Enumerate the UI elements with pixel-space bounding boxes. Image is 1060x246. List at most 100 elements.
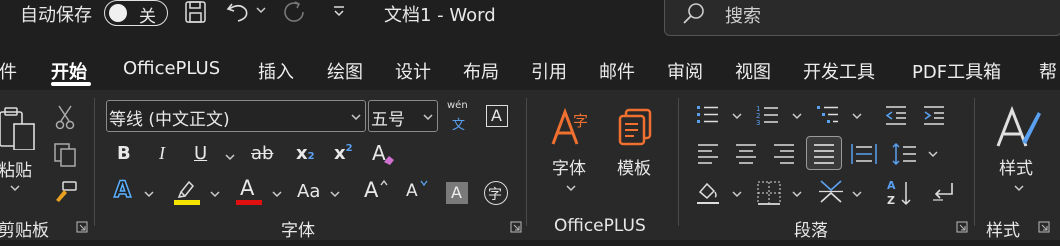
save-icon[interactable] bbox=[184, 0, 208, 24]
chinese-layout-icon[interactable] bbox=[818, 178, 846, 206]
increase-indent-icon[interactable] bbox=[922, 104, 948, 126]
tab-draw[interactable]: 绘图 bbox=[327, 58, 363, 84]
bullets-dropdown-icon[interactable] bbox=[732, 112, 742, 120]
align-left-icon[interactable] bbox=[696, 142, 720, 164]
font-name-value: 等线 (中文正文) bbox=[109, 110, 230, 130]
font-group-label: 字体 bbox=[281, 221, 315, 241]
tab-insert[interactable]: 插入 bbox=[258, 58, 294, 84]
officeplus-font-icon[interactable]: 字 bbox=[549, 108, 591, 148]
borders-dropdown-icon[interactable] bbox=[792, 190, 802, 198]
multilevel-dropdown-icon[interactable] bbox=[852, 112, 862, 120]
change-case-button[interactable]: Aa bbox=[297, 181, 320, 202]
grow-font-char: A bbox=[364, 178, 379, 202]
format-painter-icon[interactable] bbox=[52, 180, 78, 204]
font-size-select[interactable]: 五号 bbox=[368, 100, 438, 132]
paste-dropdown-icon[interactable] bbox=[10, 184, 20, 192]
styles-launcher-icon[interactable] bbox=[1038, 221, 1050, 233]
tab-mailings[interactable]: 邮件 bbox=[599, 58, 635, 84]
change-case-dropdown-icon[interactable] bbox=[330, 190, 340, 198]
tab-layout[interactable]: 布局 bbox=[463, 58, 499, 84]
officeplus-font-dropdown-icon[interactable] bbox=[566, 184, 576, 192]
document-area-edge bbox=[0, 240, 1060, 246]
shrink-font-button[interactable]: A bbox=[406, 178, 436, 204]
highlight-dropdown-icon[interactable] bbox=[210, 190, 220, 198]
copy-icon[interactable] bbox=[52, 142, 78, 168]
tab-developer[interactable]: 开发工具 bbox=[803, 58, 875, 84]
enclose-characters-button[interactable]: 字 bbox=[484, 181, 508, 205]
clear-formatting-button[interactable]: A bbox=[370, 140, 400, 168]
superscript-button[interactable]: x2 bbox=[334, 143, 353, 164]
strikethrough-button[interactable]: ab bbox=[251, 143, 273, 164]
character-border-button[interactable]: A bbox=[486, 105, 508, 127]
search-box[interactable]: 搜索 bbox=[664, 0, 1060, 36]
underline-dropdown-icon[interactable] bbox=[225, 153, 235, 161]
bullets-icon[interactable] bbox=[696, 104, 722, 126]
clipboard-launcher-icon[interactable] bbox=[76, 221, 88, 233]
line-spacing-icon[interactable] bbox=[892, 142, 918, 166]
caret-up-icon bbox=[380, 180, 388, 186]
autosave-toggle[interactable]: 关 bbox=[104, 0, 168, 27]
tab-references[interactable]: 引用 bbox=[531, 58, 567, 84]
tab-file[interactable]: 件 bbox=[0, 58, 17, 84]
customize-qat-icon[interactable] bbox=[332, 4, 346, 18]
tab-design[interactable]: 设计 bbox=[395, 58, 431, 84]
styles-button-label[interactable]: 样式 bbox=[999, 154, 1033, 179]
shading-dropdown-icon[interactable] bbox=[732, 190, 742, 198]
numbering-icon[interactable]: 123 bbox=[756, 104, 782, 126]
paragraph-launcher-icon[interactable] bbox=[956, 221, 968, 233]
bold-button[interactable]: B bbox=[117, 143, 131, 164]
paste-label[interactable]: 粘贴 bbox=[0, 156, 32, 181]
active-tab-indicator bbox=[51, 82, 91, 86]
font-color-button[interactable]: A bbox=[240, 176, 254, 200]
align-center-icon[interactable] bbox=[734, 142, 758, 164]
distributed-icon[interactable] bbox=[850, 142, 878, 166]
officeplus-template-label[interactable]: 模板 bbox=[617, 154, 651, 179]
undo-icon[interactable] bbox=[226, 0, 252, 24]
line-spacing-dropdown-icon[interactable] bbox=[928, 150, 938, 158]
tab-view[interactable]: 视图 bbox=[735, 58, 771, 84]
tab-review[interactable]: 审阅 bbox=[667, 58, 703, 84]
subscript-button[interactable]: x2 bbox=[296, 143, 315, 164]
undo-dropdown-icon[interactable] bbox=[256, 6, 266, 14]
tab-help[interactable]: 帮 bbox=[1039, 58, 1057, 84]
officeplus-template-icon[interactable] bbox=[616, 106, 658, 148]
separator bbox=[974, 98, 975, 226]
align-right-icon[interactable] bbox=[772, 142, 796, 164]
tab-officeplus[interactable]: OfficePLUS bbox=[123, 58, 220, 79]
justify-button[interactable] bbox=[806, 136, 842, 170]
tab-home[interactable]: 开始 bbox=[51, 58, 87, 84]
autosave-state: 关 bbox=[139, 7, 156, 27]
font-color-bar bbox=[236, 200, 262, 205]
character-shading-button[interactable]: A bbox=[446, 182, 468, 204]
text-effects-button[interactable]: A bbox=[113, 177, 132, 204]
shading-icon[interactable] bbox=[694, 180, 722, 206]
chinese-layout-dropdown-icon[interactable] bbox=[852, 190, 862, 198]
tab-pdf-toolbox[interactable]: PDF工具箱 bbox=[912, 58, 1001, 84]
sort-icon[interactable]: A Z bbox=[886, 178, 914, 208]
font-color-dropdown-icon[interactable] bbox=[272, 190, 282, 198]
borders-icon[interactable] bbox=[756, 180, 782, 206]
decrease-indent-icon[interactable] bbox=[884, 104, 910, 126]
ribbon-panel: 粘贴 剪贴板 等线 (中文正文) 五号 wén 文 A B I U ab x2 … bbox=[0, 90, 1060, 241]
officeplus-font-label[interactable]: 字体 bbox=[552, 154, 586, 179]
justify-icon bbox=[814, 144, 834, 164]
redo-icon[interactable] bbox=[282, 0, 308, 26]
italic-button[interactable]: I bbox=[159, 143, 165, 164]
show-marks-icon[interactable] bbox=[930, 180, 958, 206]
chevron-down-icon bbox=[351, 114, 361, 121]
cut-icon[interactable] bbox=[54, 104, 76, 130]
font-name-select[interactable]: 等线 (中文正文) bbox=[106, 100, 366, 132]
styles-icon[interactable] bbox=[994, 104, 1044, 150]
text-effects-dropdown-icon[interactable] bbox=[144, 190, 154, 198]
multilevel-list-icon[interactable] bbox=[816, 104, 842, 126]
styles-dropdown-icon[interactable] bbox=[1014, 184, 1024, 192]
phonetic-guide-button[interactable]: wén 文 bbox=[444, 98, 476, 133]
grow-font-button[interactable]: A bbox=[364, 178, 394, 204]
font-launcher-icon[interactable] bbox=[510, 221, 522, 233]
paste-icon[interactable] bbox=[0, 106, 38, 150]
numbering-dropdown-icon[interactable] bbox=[792, 112, 802, 120]
officeplus-group-label: OfficePLUS bbox=[554, 216, 646, 236]
subscript-2: 2 bbox=[307, 151, 315, 162]
underline-button[interactable]: U bbox=[194, 143, 207, 164]
svg-text:Z: Z bbox=[887, 194, 895, 207]
